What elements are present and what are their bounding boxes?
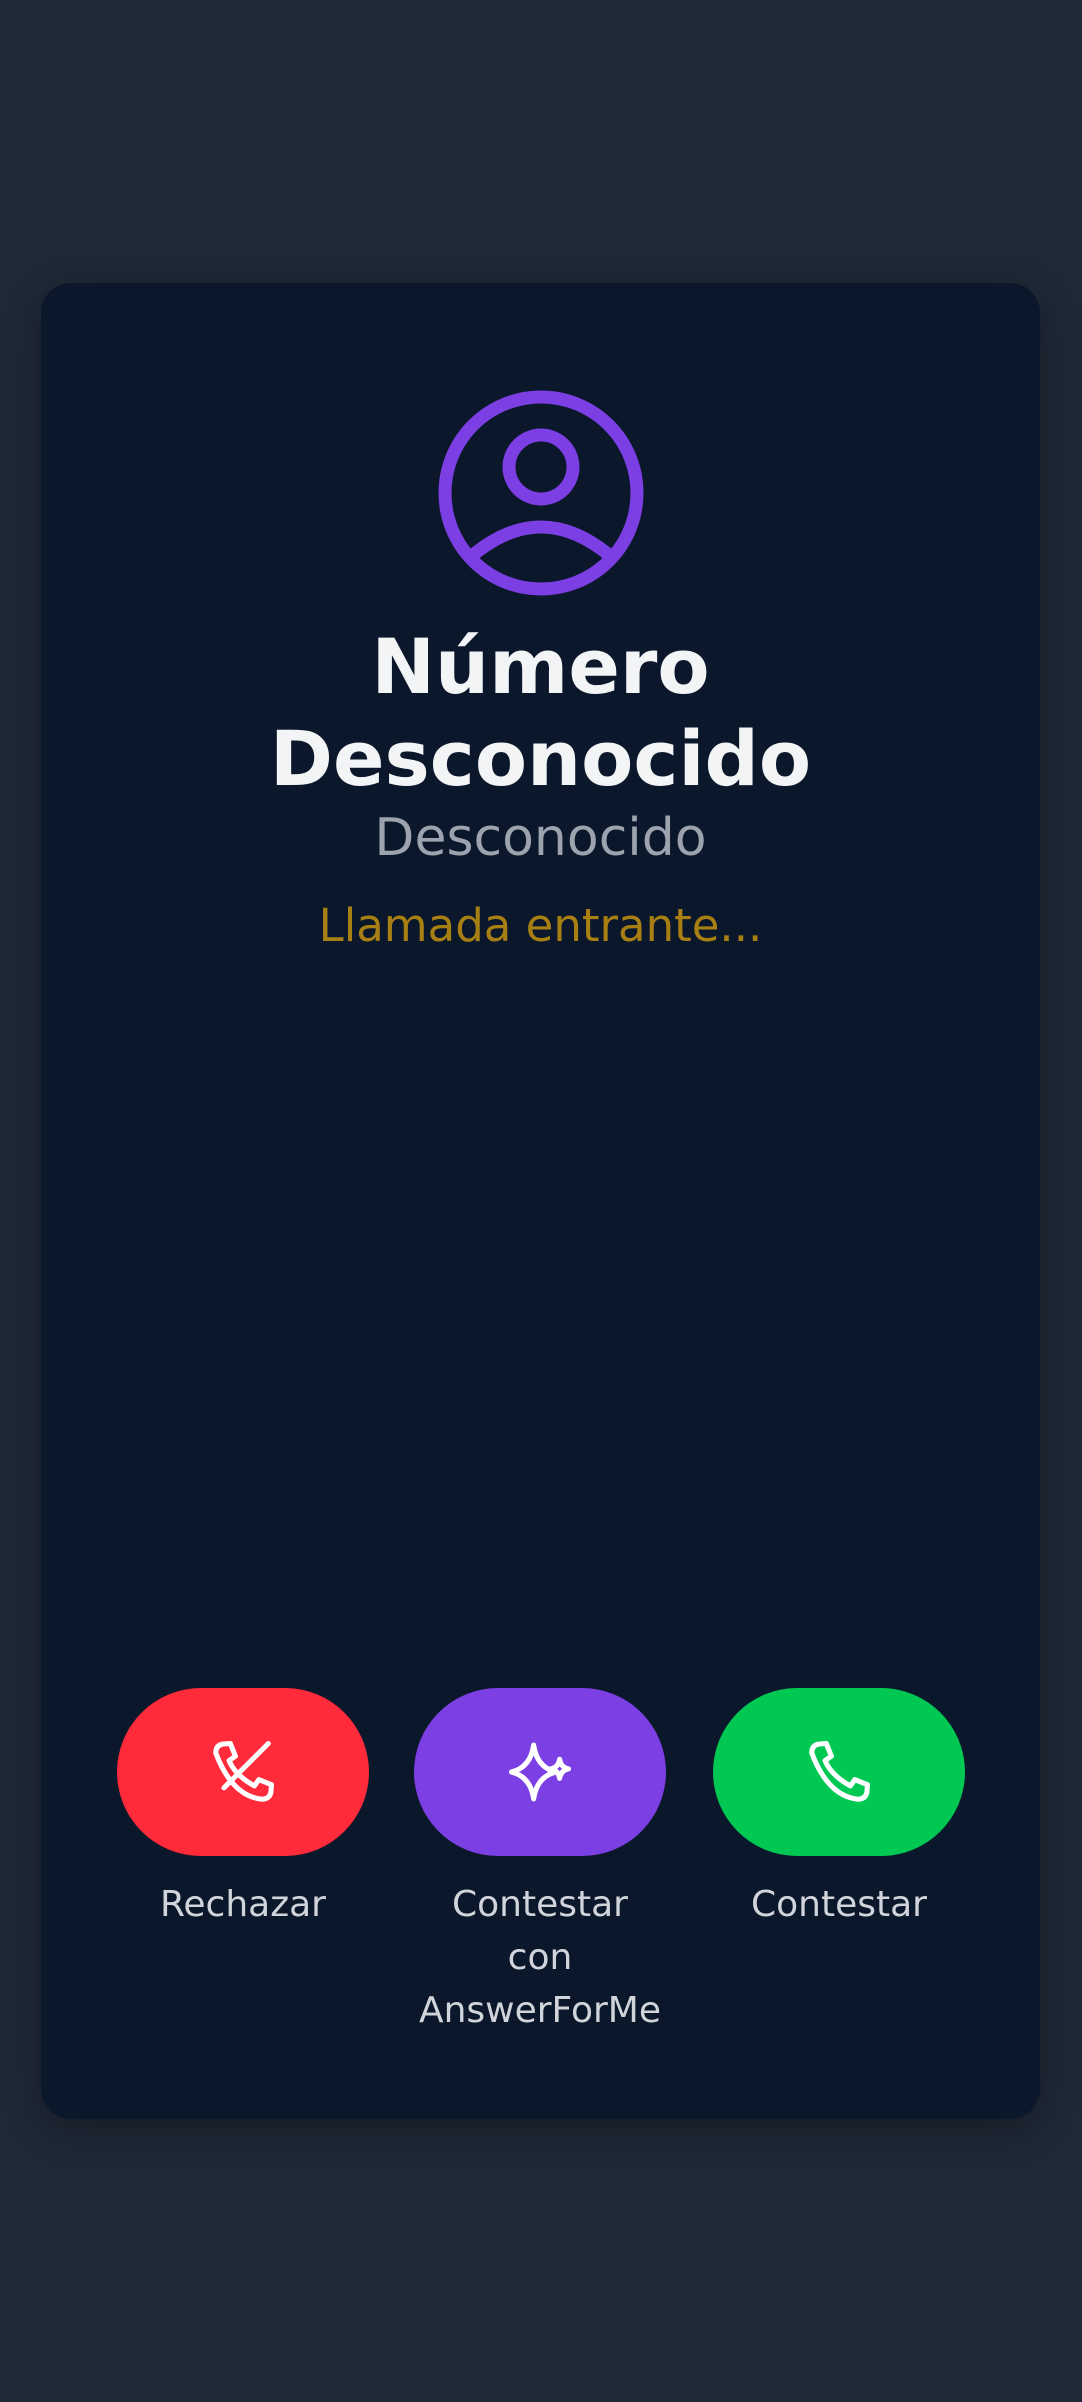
caller-name-line-1: Número [371,622,710,711]
phone-icon [809,1740,871,1802]
answer-ai-label: Contestar con AnswerForMe [390,1878,690,2037]
answer-with-answerforme-button[interactable] [414,1688,666,1856]
reject-action: Rechazar [117,1688,369,1931]
caller-name: Número Desconocido [41,621,1040,805]
answer-ai-action: Contestar con AnswerForMe [414,1688,666,2037]
caller-name-line-2: Desconocido [269,714,812,803]
incoming-call-card: Número Desconocido Desconocido Llamada e… [41,283,1040,2119]
answer-ai-label-line-2: con [507,1937,573,1978]
answer-ai-label-line-1: Contestar [452,1884,628,1925]
reject-button[interactable] [117,1688,369,1856]
call-status: Llamada entrante... [318,899,763,952]
answer-action: Contestar [713,1688,965,1931]
answer-label: Contestar [751,1884,927,1925]
answer-button[interactable] [713,1688,965,1856]
answer-ai-label-line-3: AnswerForMe [418,1990,662,2031]
phone-slash-icon [213,1740,275,1802]
caller-subtitle: Desconocido [374,808,707,868]
reject-label: Rechazar [160,1884,326,1925]
user-circle-icon [437,389,645,597]
sparkles-icon [508,1742,572,1802]
